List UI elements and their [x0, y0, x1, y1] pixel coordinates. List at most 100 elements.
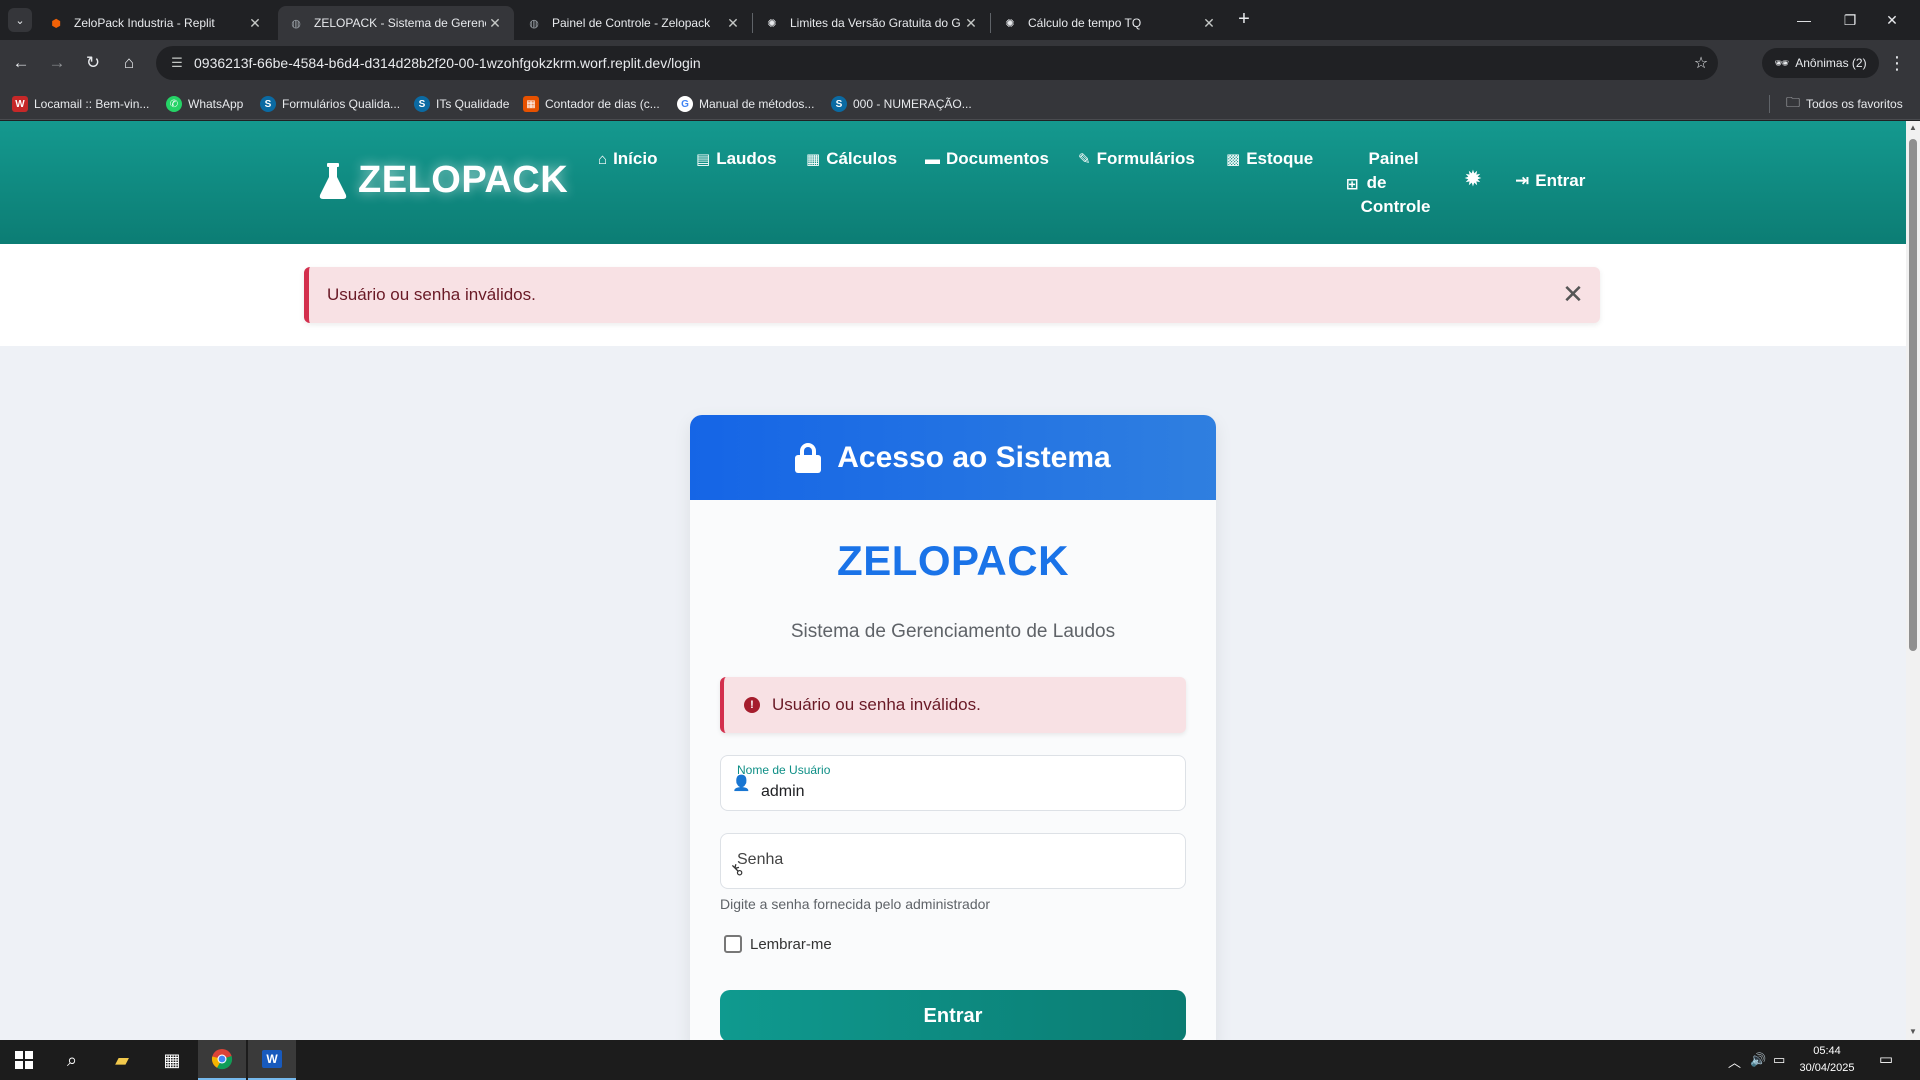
globe-icon: ◍ [529, 17, 539, 30]
bookmark-numeracao[interactable]: S 000 - NUMERAÇÃO... [831, 94, 972, 114]
bookmark-manual-metodos[interactable]: G Manual de métodos... [677, 94, 814, 114]
word-icon[interactable]: W [248, 1040, 296, 1080]
reload-button[interactable]: ↻ [78, 48, 108, 78]
all-bookmarks-folder[interactable]: 🗀 Todos os favoritos [1786, 94, 1903, 114]
bookmark-label: Locamail :: Bem-vin... [34, 97, 150, 111]
url-text[interactable]: 0936213f-66be-4584-b6d4-d314d28b2f20-00-… [194, 55, 1684, 71]
nav-painel-line: Painel [1368, 149, 1419, 168]
bookmark-label: 000 - NUMERAÇÃO... [853, 97, 972, 111]
replit-icon: ⬢ [51, 17, 61, 30]
password-label: Senha [737, 851, 784, 868]
address-bar[interactable]: ☰ 0936213f-66be-4584-b6d4-d314d28b2f20-0… [156, 46, 1718, 80]
system-clock[interactable]: 05:44 30/04/2025 [1790, 1043, 1864, 1077]
theme-toggle-sun-icon[interactable]: ✹ [1460, 166, 1486, 192]
home-button[interactable]: ⌂ [114, 48, 144, 78]
nav-entrar[interactable]: ⇥ Entrar [1515, 171, 1585, 191]
openai-icon: ✺ [1005, 17, 1015, 30]
nav-label: Início [613, 149, 658, 168]
browser-menu-icon[interactable]: ⋮ [1882, 48, 1912, 78]
nav-label: Cálculos [826, 149, 898, 168]
battery-icon[interactable]: ▭ [1773, 1052, 1785, 1068]
login-brand: ZELOPACK [837, 537, 1069, 584]
home-icon: ⌂ [598, 150, 608, 168]
back-button[interactable]: ← [6, 48, 36, 78]
clock-time: 05:44 [1813, 1045, 1841, 1057]
username-input[interactable] [761, 783, 1161, 801]
browser-tab-3[interactable]: ◍ Painel de Controle - Zelopack ✕ [516, 6, 752, 40]
username-field[interactable]: Nome de Usuário 👤 [720, 755, 1186, 811]
tab-close-icon[interactable]: ✕ [486, 15, 504, 32]
remember-label: Lembrar-me [750, 935, 832, 953]
folder-icon: ▬ [925, 150, 940, 168]
login-card: Acesso ao Sistema ZELOPACK Sistema de Ge… [690, 415, 1216, 1040]
file-explorer-icon[interactable]: ▰ [98, 1040, 146, 1080]
nav-estoque[interactable]: ▩ Estoque [1226, 149, 1313, 169]
login-card-title: Acesso ao Sistema [837, 440, 1111, 474]
browser-tab-strip: ⌄ ⬢ ZeloPack Industria - Replit ✕ ◍ ZELO… [0, 0, 1920, 40]
tab-close-icon[interactable]: ✕ [962, 15, 980, 32]
calculator-icon[interactable]: ▦ [148, 1040, 196, 1080]
login-error-alert: ! Usuário ou senha inválidos. [720, 677, 1186, 733]
tab-close-icon[interactable]: ✕ [1200, 15, 1218, 32]
nav-documentos[interactable]: ▬ Documentos [925, 149, 1049, 169]
site-header: ZELOPACK ⌂ Início ▤ Laudos ▦ Cálculos ▬ … [0, 121, 1906, 244]
tray-chevron-icon[interactable]: ︿ [1728, 1052, 1741, 1071]
bookmark-formularios[interactable]: S Formulários Qualida... [260, 94, 400, 114]
tab-close-icon[interactable]: ✕ [724, 15, 742, 32]
nav-painel-de-controle[interactable]: ⊞ Painel de Controle [1346, 147, 1430, 219]
search-icon[interactable]: ⌕ [48, 1040, 96, 1080]
scroll-down-icon[interactable]: ▼ [1909, 1027, 1917, 1036]
page-scrollbar[interactable]: ▲ ▼ [1906, 121, 1920, 1040]
bookmark-label: Manual de métodos... [699, 97, 815, 111]
tab-divider [990, 13, 991, 33]
forward-button[interactable]: → [42, 48, 72, 78]
bookmark-label: ITs Qualidade [436, 97, 510, 111]
user-icon: 👤 [732, 775, 751, 792]
bookmark-label: Contador de dias (c... [545, 97, 660, 111]
bookmark-whatsapp[interactable]: ✆ WhatsApp [166, 94, 243, 114]
incognito-badge[interactable]: 🕶 Anônimas (2) [1762, 48, 1879, 78]
tab-search-chevron-icon[interactable]: ⌄ [8, 8, 32, 32]
password-field[interactable]: Senha ⚷ [720, 833, 1186, 889]
new-tab-button[interactable]: + [1232, 8, 1256, 32]
nav-inicio[interactable]: ⌂ Início [598, 149, 657, 169]
windows-start-icon[interactable] [0, 1040, 48, 1080]
site-brand[interactable]: ZELOPACK [318, 159, 568, 202]
tab-title: ZeloPack Industria - Replit [74, 16, 215, 30]
browser-tab-2[interactable]: ◍ ZELOPACK - Sistema de Gerenc ✕ [278, 6, 514, 40]
volume-icon[interactable]: 🔊 [1750, 1052, 1766, 1068]
nav-calculos[interactable]: ▦ Cálculos [806, 149, 897, 169]
bookmark-label: WhatsApp [188, 97, 244, 111]
clock-date: 30/04/2025 [1799, 1062, 1855, 1074]
close-icon[interactable]: ✕ [1558, 279, 1588, 309]
google-icon: G [677, 96, 693, 112]
bookmark-locamail[interactable]: W Locamail :: Bem-vin... [12, 94, 149, 114]
nav-laudos[interactable]: ▤ Laudos [696, 149, 777, 169]
bookmark-star-icon[interactable]: ☆ [1684, 53, 1718, 73]
incognito-icon: 🕶 [1774, 56, 1790, 70]
bookmark-label: Formulários Qualida... [282, 97, 401, 111]
chrome-icon[interactable] [198, 1040, 246, 1080]
browser-tab-4[interactable]: ✺ Limites da Versão Gratuita do G ✕ [754, 6, 990, 40]
remember-me[interactable]: Lembrar-me [724, 935, 832, 953]
bookmark-contador-dias[interactable]: ▦ Contador de dias (c... [523, 94, 660, 114]
flask-icon [319, 162, 347, 199]
site-info-icon[interactable]: ☰ [160, 55, 194, 71]
notifications-icon[interactable]: ▭ [1876, 1050, 1896, 1070]
browser-tab-5[interactable]: ✺ Cálculo de tempo TQ ✕ [992, 6, 1228, 40]
tab-title: ZELOPACK - Sistema de Gerenc [314, 16, 486, 30]
login-submit-button[interactable]: Entrar [720, 990, 1186, 1040]
tab-close-icon[interactable]: ✕ [246, 15, 264, 32]
nav-painel-line: de [1366, 173, 1387, 192]
browser-tab-1[interactable]: ⬢ ZeloPack Industria - Replit ✕ [38, 6, 274, 40]
scroll-up-icon[interactable]: ▲ [1909, 123, 1917, 132]
windows-taskbar: ⌕ ▰ ▦ W ︿ 🔊 ▭ 05:44 30/04/2025 ▭ [0, 1040, 1920, 1080]
tab-divider [752, 13, 753, 33]
close-window-button[interactable]: ✕ [1864, 0, 1920, 40]
bookmark-its-qualidade[interactable]: S ITs Qualidade [414, 94, 509, 114]
scroll-thumb[interactable] [1909, 139, 1917, 651]
remember-checkbox[interactable] [724, 935, 742, 953]
username-label: Nome de Usuário [737, 763, 1051, 777]
nav-formularios[interactable]: ✎ Formulários [1078, 149, 1195, 169]
browser-toolbar: ← → ↻ ⌂ ☰ 0936213f-66be-4584-b6d4-d314d2… [0, 40, 1920, 86]
